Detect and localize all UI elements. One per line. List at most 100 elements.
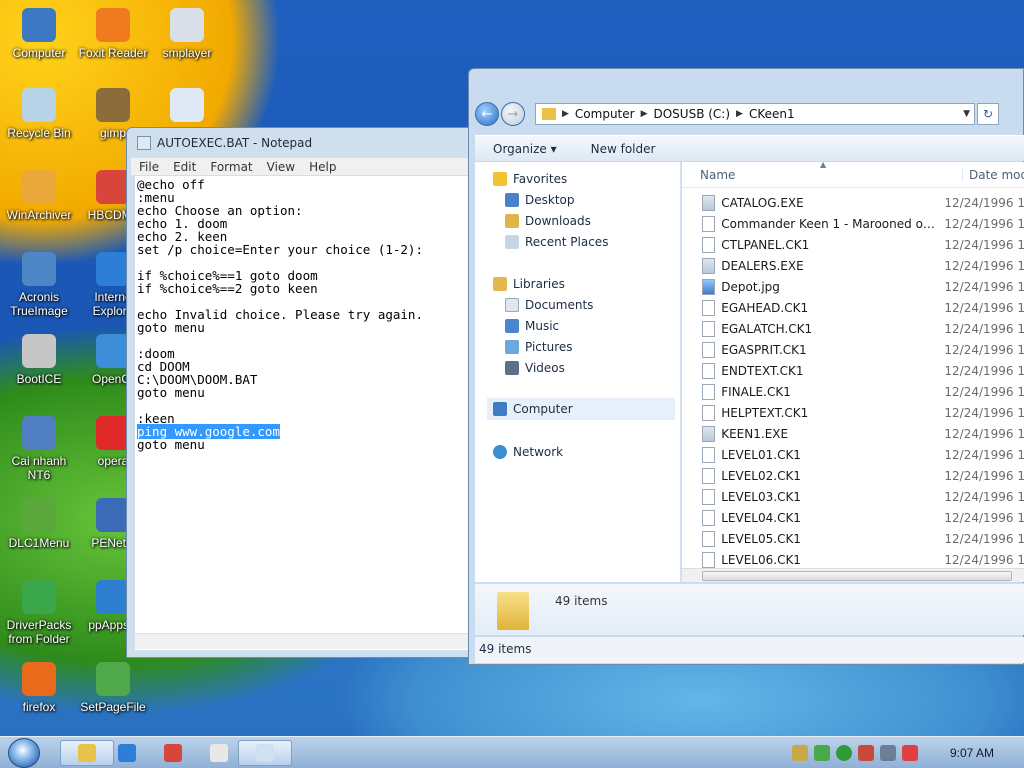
file-row[interactable]: FINALE.CK1 12/24/1996 1 <box>682 381 1024 402</box>
refresh-button[interactable]: ↻ <box>977 103 999 125</box>
file-row[interactable]: CTLPANEL.CK1 12/24/1996 1 <box>682 234 1024 255</box>
nav-documents[interactable]: Documents <box>505 298 593 312</box>
tray-media-icon[interactable] <box>836 745 852 761</box>
file-row[interactable]: EGASPRIT.CK1 12/24/1996 1 <box>682 339 1024 360</box>
desktop-icon-bootice[interactable]: BootICE <box>0 334 78 386</box>
desktop-icon-foxit-reader[interactable]: Foxit Reader <box>74 8 152 60</box>
file-name: LEVEL06.CK1 <box>721 552 801 567</box>
text-line[interactable]: if %choice%==2 goto keen <box>137 282 475 295</box>
desktop-icon-shortcut[interactable] <box>148 88 226 126</box>
notepad-window[interactable]: AUTOEXEC.BAT - Notepad File Edit Format … <box>126 127 477 658</box>
menu-view[interactable]: View <box>267 160 295 174</box>
address-dropdown-icon[interactable]: ▼ <box>963 109 970 119</box>
file-row[interactable]: KEEN1.EXE 12/24/1996 1 <box>682 423 1024 444</box>
pictures-icon <box>505 340 519 354</box>
tray-security-icon[interactable] <box>814 745 830 761</box>
chevron-right-icon[interactable]: ▶ <box>736 109 743 119</box>
text-line[interactable] <box>137 399 475 412</box>
file-row[interactable]: LEVEL05.CK1 12/24/1996 1 <box>682 528 1024 549</box>
desktop-icon-setpagefile[interactable]: SetPageFile <box>74 662 152 714</box>
menu-help[interactable]: Help <box>309 160 336 174</box>
text-line[interactable]: set /p choice=Enter your choice (1-2): <box>137 243 475 256</box>
tray-volume-muted-icon[interactable] <box>902 745 918 761</box>
ie-icon <box>118 744 136 762</box>
desktop-icon-winarchiver[interactable]: WinArchiver <box>0 170 78 222</box>
text-line[interactable]: @echo off <box>137 178 475 191</box>
file-row[interactable]: Depot.jpg 12/24/1996 1 <box>682 276 1024 297</box>
nav-network[interactable]: Network <box>493 445 563 459</box>
tray-tools-icon[interactable] <box>858 745 874 761</box>
explorer-window[interactable]: ← → ▶ Computer ▶ DOSUSB (C:) ▶ CKeen1 ▼ … <box>468 68 1024 665</box>
scrollbar-thumb[interactable] <box>702 571 1012 581</box>
column-name[interactable]: Name <box>700 168 735 182</box>
taskbar: 9:07 AM <box>0 736 1024 768</box>
menu-edit[interactable]: Edit <box>173 160 196 174</box>
desktop-icon-firefox[interactable]: firefox <box>0 662 78 714</box>
file-row[interactable]: LEVEL02.CK1 12/24/1996 1 <box>682 465 1024 486</box>
file-list-horizontal-scrollbar[interactable] <box>682 568 1024 582</box>
file-row[interactable]: EGALATCH.CK1 12/24/1996 1 <box>682 318 1024 339</box>
text-line[interactable]: goto menu <box>137 438 475 451</box>
nav-favorites[interactable]: Favorites <box>493 172 567 186</box>
file-row[interactable]: LEVEL03.CK1 12/24/1996 1 <box>682 486 1024 507</box>
forward-button[interactable]: → <box>501 102 525 126</box>
file-row[interactable]: LEVEL01.CK1 12/24/1996 1 <box>682 444 1024 465</box>
desktop-icon-computer[interactable]: Computer <box>0 8 78 60</box>
file-list-pane[interactable]: ▲ Name Date modifi CATALOG.EXE 12/24/1996… <box>682 162 1024 582</box>
file-date: 12/24/1996 1 <box>944 300 1024 315</box>
desktop-icon-dlc1menu[interactable]: DLC1Menu <box>0 498 78 550</box>
menu-format[interactable]: Format <box>210 160 252 174</box>
text-line[interactable]: goto menu <box>137 321 475 334</box>
nav-libraries[interactable]: Libraries <box>493 277 565 291</box>
nav-videos[interactable]: Videos <box>505 361 565 375</box>
back-button[interactable]: ← <box>475 102 499 126</box>
chevron-right-icon[interactable]: ▶ <box>562 109 569 119</box>
file-row[interactable]: DEALERS.EXE 12/24/1996 1 <box>682 255 1024 276</box>
menu-file[interactable]: File <box>139 160 159 174</box>
breadcrumb-folder[interactable]: CKeen1 <box>749 107 795 121</box>
file-date: 12/24/1996 1 <box>944 237 1024 252</box>
column-date-modified[interactable]: Date modifi <box>962 168 1024 182</box>
desktop-icon-smplayer[interactable]: smplayer <box>148 8 226 60</box>
breadcrumb-drive[interactable]: DOSUSB (C:) <box>654 107 731 121</box>
text-line[interactable] <box>137 334 475 347</box>
nav-desktop[interactable]: Desktop <box>505 193 575 207</box>
organize-button[interactable]: Organize ▾ <box>493 142 557 156</box>
file-row[interactable]: ENDTEXT.CK1 12/24/1996 1 <box>682 360 1024 381</box>
file-row[interactable]: Commander Keen 1 - Marooned on Mar... 12/… <box>682 213 1024 234</box>
file-row[interactable]: CATALOG.EXE 12/24/1996 1 <box>682 192 1024 213</box>
file-icon <box>702 530 716 547</box>
ghost-icon <box>210 744 228 762</box>
nav-music[interactable]: Music <box>505 319 559 333</box>
clock[interactable]: 9:07 AM <box>950 746 994 760</box>
file-name: LEVEL02.CK1 <box>721 468 801 483</box>
desktop-icon-driverpacks-from-folder[interactable]: DriverPacks from Folder <box>0 580 78 646</box>
breadcrumb-computer[interactable]: Computer <box>575 107 635 121</box>
address-bar[interactable]: ▶ Computer ▶ DOSUSB (C:) ▶ CKeen1 ▼ <box>535 103 975 125</box>
notepad-title: AUTOEXEC.BAT - Notepad <box>157 136 313 150</box>
notepad-taskbar-button[interactable] <box>238 740 292 766</box>
tray-app-icon[interactable] <box>792 745 808 761</box>
notepad-text-area[interactable]: @echo off:menu echo Choose an option: echo… <box>135 176 477 650</box>
notepad-horizontal-scrollbar[interactable] <box>135 633 477 649</box>
nav-downloads[interactable]: Downloads <box>505 214 591 228</box>
nav-recent-places[interactable]: Recent Places <box>505 235 608 249</box>
nav-pictures[interactable]: Pictures <box>505 340 573 354</box>
new-folder-button[interactable]: New folder <box>591 142 656 156</box>
file-row[interactable]: LEVEL06.CK1 12/24/1996 1 <box>682 549 1024 570</box>
file-row[interactable]: EGAHEAD.CK1 12/24/1996 1 <box>682 297 1024 318</box>
nav-computer[interactable]: Computer <box>487 398 675 420</box>
tray-network-icon[interactable] <box>880 745 896 761</box>
chevron-right-icon[interactable]: ▶ <box>641 109 648 119</box>
dlc1menu-icon <box>22 498 56 532</box>
desktop-icon-recycle-bin[interactable]: Recycle Bin <box>0 88 78 140</box>
text-line[interactable]: goto menu <box>137 386 475 399</box>
desktop-icon-acronis-trueimage[interactable]: Acronis TrueImage <box>0 252 78 318</box>
file-date: 12/24/1996 1 <box>944 489 1024 504</box>
notepad-titlebar[interactable]: AUTOEXEC.BAT - Notepad <box>127 128 475 158</box>
start-button[interactable] <box>8 738 40 768</box>
file-row[interactable]: HELPTEXT.CK1 12/24/1996 1 <box>682 402 1024 423</box>
file-row[interactable]: LEVEL04.CK1 12/24/1996 1 <box>682 507 1024 528</box>
openof-icon <box>96 334 130 368</box>
desktop-icon-cai-nhanh-nt6[interactable]: Cai nhanh NT6 <box>0 416 78 482</box>
